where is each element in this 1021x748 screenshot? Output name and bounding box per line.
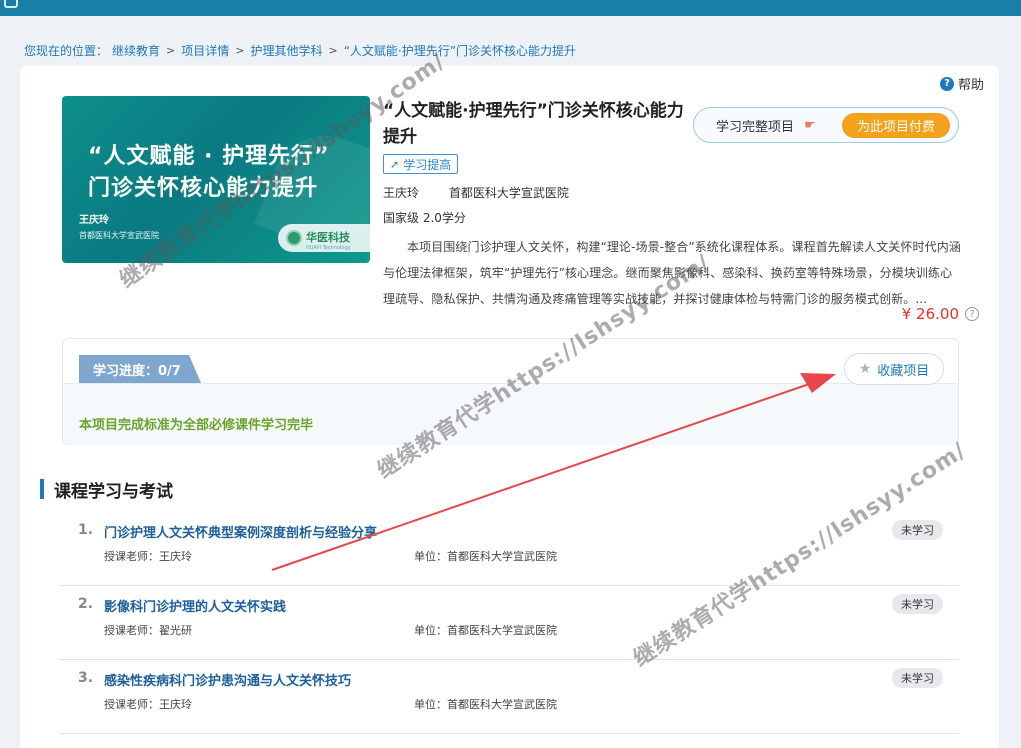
price-help-icon[interactable]: ? — [965, 307, 979, 321]
course-list: 1. 门诊护理人文关怀典型案例深度剖析与经验分享 授课老师：王庆玲 单位：首都医… — [60, 512, 959, 734]
project-cover-image: “人文赋能 · 护理先行” 门诊关怀核心能力提升 王庆玲 首都医科大学宣武医院 … — [62, 96, 370, 263]
project-description: 本项目围绕门诊护理人文关怀，构建“理论-场景-整合”系统化课程体系。课程首先解读… — [383, 240, 961, 306]
course-number: 3. — [78, 670, 94, 686]
brand-subtitle: HUAYI Technology — [306, 244, 351, 251]
course-status-badge: 未学习 — [892, 594, 943, 614]
project-title: “人文赋能·护理先行”门诊关怀核心能力提升 — [383, 101, 684, 147]
project-price: ¥ 26.00 — [901, 305, 959, 323]
unit-value: 首都医科大学宣武医院 — [447, 624, 557, 637]
course-unit: 单位：首都医科大学宣武医院 — [414, 622, 557, 638]
logo-icon — [4, 0, 18, 8]
breadcrumb-separator: > — [166, 43, 176, 57]
level-tag-label: 学习提高 — [403, 157, 452, 172]
unit-label: 单位： — [414, 624, 447, 637]
course-number: 1. — [78, 522, 94, 538]
arrow-up-icon: ➚ — [390, 157, 400, 171]
course-title-link[interactable]: 影像科门诊护理的人文关怀实践 — [104, 596, 286, 615]
star-icon: ★ — [858, 361, 872, 377]
teacher-info: 王庆玲 首都医科大学宣武医院 — [383, 184, 569, 201]
breadcrumb-item-project-details[interactable]: 项目详情 — [181, 42, 229, 59]
breadcrumb-item-current-project[interactable]: “人文赋能·护理先行”门诊关怀核心能力提升 — [344, 42, 576, 59]
course-status-badge: 未学习 — [892, 520, 943, 540]
breadcrumb-item-nursing-other[interactable]: 护理其他学科 — [250, 42, 322, 59]
teacher-label: 授课老师： — [104, 698, 159, 711]
course-unit: 单位：首都医科大学宣武医院 — [414, 696, 557, 712]
course-item: 3. 感染性疾病科门诊护患沟通与人文关怀技巧 授课老师：王庆玲 单位：首都医科大… — [60, 660, 959, 734]
brand-name: 华医科技 — [306, 230, 350, 244]
section-heading: 课程学习与考试 — [40, 478, 173, 502]
credit-info: 国家级 2.0学分 — [383, 211, 466, 225]
section-title: 课程学习与考试 — [54, 481, 173, 502]
top-nav-bar — [0, 0, 1021, 16]
help-label: 帮助 — [957, 78, 984, 93]
completion-rule: 本项目完成标准为全部必修课件学习完毕 — [79, 418, 314, 433]
course-title-link[interactable]: 门诊护理人文关怀典型案例深度剖析与经验分享 — [104, 522, 377, 541]
full-project-label: 学习完整项目 — [716, 119, 795, 135]
cover-author: 王庆玲 — [79, 215, 109, 226]
project-card: ? 帮助 “人文赋能 · 护理先行” 门诊关怀核心能力提升 王庆玲 首都医科大学… — [20, 66, 999, 748]
course-teacher: 授课老师：王庆玲 — [104, 548, 192, 564]
divider — [63, 383, 958, 384]
help-link[interactable]: ? 帮助 — [939, 74, 984, 93]
cover-brand-badge: 华医科技 HUAYI Technology — [278, 224, 370, 252]
teacher-name: 王庆玲 — [383, 186, 420, 200]
unit-label: 单位： — [414, 550, 447, 563]
teacher-label: 授课老师： — [104, 624, 159, 637]
purchase-panel: 学习完整项目 ☛ 为此项目付费 — [693, 107, 959, 143]
teacher-label: 授课老师： — [104, 550, 159, 563]
progress-panel: 学习进度：0/7 ★ 收藏项目 本项目完成标准为全部必修课件学习完毕 — [62, 338, 959, 445]
teacher-value: 翟光研 — [159, 624, 192, 637]
unit-label: 单位： — [414, 698, 447, 711]
pointing-hand-icon: ☛ — [804, 117, 816, 133]
course-teacher: 授课老师：王庆玲 — [104, 696, 192, 712]
unit-value: 首都医科大学宣武医院 — [447, 698, 557, 711]
breadcrumb-lead: 您现在的位置： — [24, 43, 109, 58]
teacher-value: 王庆玲 — [159, 550, 192, 563]
cover-org: 首都医科大学宣武医院 — [79, 231, 159, 240]
cover-title-line1: “人文赋能 · 护理先行” — [88, 144, 330, 169]
section-accent-bar — [40, 479, 44, 499]
unit-value: 首都医科大学宣武医院 — [447, 550, 557, 563]
progress-label: 学习进度：0/7 — [79, 355, 201, 383]
course-item: 1. 门诊护理人文关怀典型案例深度剖析与经验分享 授课老师：王庆玲 单位：首都医… — [60, 512, 959, 586]
course-status-badge: 未学习 — [892, 668, 943, 688]
course-item: 2. 影像科门诊护理的人文关怀实践 授课老师：翟光研 单位：首都医科大学宣武医院… — [60, 586, 959, 660]
breadcrumb: 您现在的位置： 继续教育 > 项目详情 > 护理其他学科 > “人文赋能·护理先… — [24, 41, 576, 59]
breadcrumb-separator: > — [328, 43, 338, 57]
pay-for-project-button[interactable]: 为此项目付费 — [842, 113, 950, 138]
favorite-project-button[interactable]: ★ 收藏项目 — [844, 353, 944, 385]
teacher-value: 王庆玲 — [159, 698, 192, 711]
course-title-link[interactable]: 感染性疾病科门诊护患沟通与人文关怀技巧 — [104, 670, 351, 689]
brand-logo-icon — [286, 230, 302, 246]
question-circle-icon: ? — [939, 76, 954, 91]
course-number: 2. — [78, 596, 94, 612]
teacher-organization: 首都医科大学宣武医院 — [448, 186, 569, 200]
breadcrumb-separator: > — [235, 43, 245, 57]
course-teacher: 授课老师：翟光研 — [104, 622, 192, 638]
breadcrumb-item-continuing-education[interactable]: 继续教育 — [112, 42, 160, 59]
course-unit: 单位：首都医科大学宣武医院 — [414, 548, 557, 564]
cover-title-line2: 门诊关怀核心能力提升 — [88, 176, 319, 201]
level-tag: ➚ 学习提高 — [383, 154, 459, 174]
favorite-label: 收藏项目 — [877, 363, 930, 379]
